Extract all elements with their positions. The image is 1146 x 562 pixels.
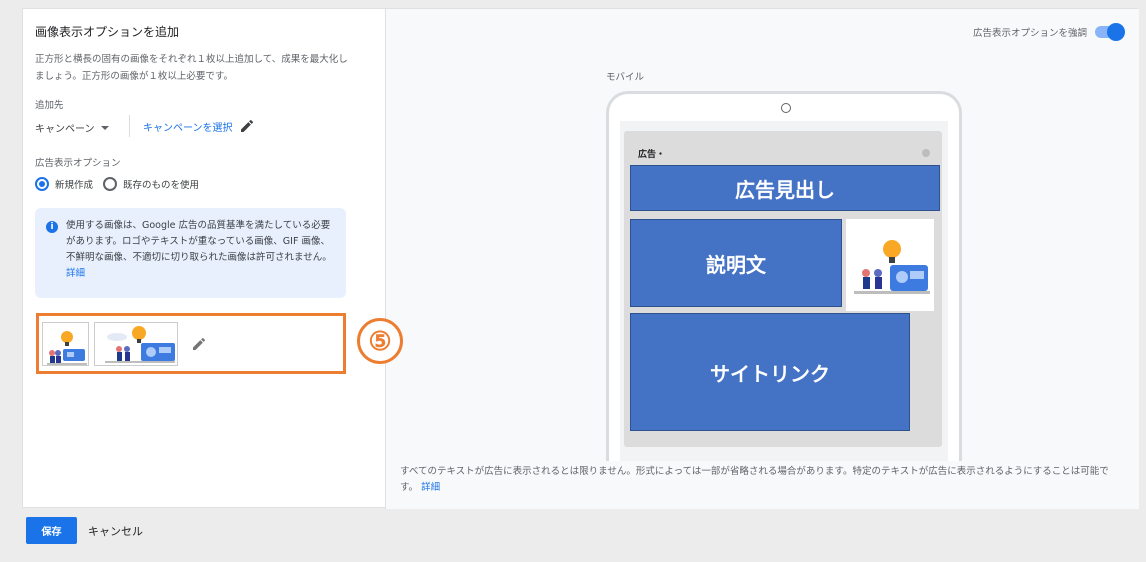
radio-new-label: 新規作成 — [55, 180, 94, 191]
edit-images-icon[interactable] — [191, 336, 207, 352]
ad-preview-card: 広告・ 広告見出し 説明文 サイトリンク — [624, 131, 942, 447]
add-to-label: 追加先 — [35, 100, 64, 111]
preview-panel: 広告表示オプションを強調 モバイル 広告・ 広告見出し 説明文 サイトリンク す… — [386, 9, 1139, 509]
info-dot-icon — [922, 149, 930, 157]
info-text: 使用する画像は、Google 広告の品質基準を満たしている必要があります。ロゴや… — [66, 220, 332, 263]
form-title: 画像表示オプションを追加 — [35, 25, 180, 39]
image-extension-card: 画像表示オプションを追加 正方形と横長の固有の画像をそれぞれ１枚以上追加して、成… — [22, 8, 1139, 509]
preview-footnote: すべてのテキストが広告に表示されるとは限りません。形式によっては一部が省略される… — [400, 464, 1125, 496]
select-campaign-label: キャンペーンを選択 — [143, 122, 233, 134]
ad-headline-block: 広告見出し — [630, 165, 940, 211]
pencil-icon — [240, 119, 253, 132]
divider — [129, 115, 130, 137]
radio-new[interactable] — [35, 177, 49, 191]
save-button[interactable]: 保存 — [26, 517, 77, 544]
footnote-details-link[interactable]: 詳細 — [421, 482, 440, 493]
extension-label: 広告表示オプション — [35, 158, 121, 169]
extension-radio-group: 新規作成 既存のものを使用 — [35, 177, 199, 191]
phone-camera-icon — [781, 103, 791, 113]
extension-form-panel: 画像表示オプションを追加 正方形と横長の固有の画像をそれぞれ１枚以上追加して、成… — [23, 9, 386, 509]
ad-description-block: 説明文 — [630, 219, 842, 307]
mobile-phone-frame: 広告・ 広告見出し 説明文 サイトリンク — [606, 91, 962, 461]
emphasize-label: 広告表示オプションを強調 — [972, 28, 1087, 39]
info-icon: i — [46, 221, 58, 233]
emphasize-toggle[interactable] — [1095, 23, 1125, 41]
radio-existing-label: 既存のものを使用 — [123, 180, 200, 191]
caret-down-icon — [100, 125, 109, 130]
cancel-button[interactable]: キャンセル — [88, 523, 143, 539]
level-dropdown[interactable]: キャンペーン — [35, 120, 109, 135]
landscape-image-thumbnail[interactable] — [94, 322, 178, 366]
radio-existing[interactable] — [103, 177, 118, 191]
emphasize-extension-control: 広告表示オプションを強調 — [972, 23, 1125, 41]
info-details-link[interactable]: 詳細 — [66, 268, 85, 279]
ad-image-preview — [846, 219, 934, 311]
device-label: モバイル — [606, 72, 645, 83]
phone-screen: 広告・ 広告見出し 説明文 サイトリンク — [620, 121, 948, 461]
step-number-annotation: ⑤ — [357, 318, 403, 364]
image-thumbnails-highlight — [36, 313, 346, 374]
ad-label: 広告・ — [638, 150, 666, 160]
footnote-text: すべてのテキストが広告に表示されるとは限りません。形式によっては一部が省略される… — [400, 466, 1109, 493]
select-campaign-link[interactable]: キャンペーンを選択 — [143, 118, 255, 134]
form-description: 正方形と横長の固有の画像をそれぞれ１枚以上追加して、成果を最大化しましょう。正方… — [35, 54, 348, 82]
image-policy-info: i 使用する画像は、Google 広告の品質基準を満たしている必要があります。ロ… — [35, 208, 346, 298]
level-dropdown-value: キャンペーン — [35, 124, 95, 135]
ad-sitelinks-block: サイトリンク — [630, 313, 910, 431]
square-image-thumbnail[interactable] — [42, 322, 89, 366]
